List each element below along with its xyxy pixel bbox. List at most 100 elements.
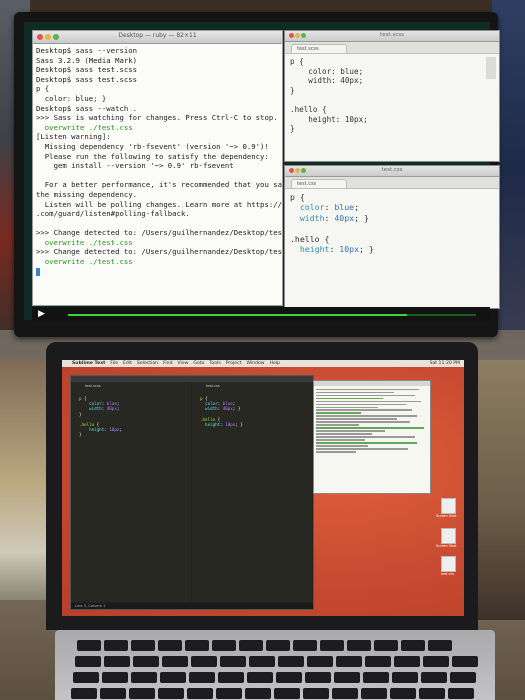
tab-test-scss[interactable]: test.scss [291,44,347,53]
code-line: height: 10px; } [299,244,374,255]
keyboard-key [131,672,157,683]
keyboard-key [158,688,184,699]
code-line: p { [290,192,305,202]
laptop-editor-left[interactable]: test.scss p { color: blue; width: 40px; … [71,382,191,602]
menubar-item[interactable]: Project [226,361,242,366]
code-line: width: 40px; [290,76,364,86]
terminal-line: overwrite ./test.css [36,122,133,132]
keyboard-key [452,656,478,667]
keyboard-key [347,640,371,651]
laptop-terminal-line [316,430,386,432]
laptop-terminal-line [316,394,415,396]
laptop-sublime-window[interactable]: test.scss p { color: blue; width: 40px; … [70,375,314,610]
laptop-terminal-line [316,415,417,417]
code-line: height: 10px; [290,114,368,124]
css-editor-titlebar[interactable]: test.css [285,166,499,177]
menubar-item[interactable]: Find [163,361,172,366]
keyboard-key [162,656,188,667]
keyboard-key [423,656,449,667]
keyboard-key [133,656,159,667]
scss-code-area[interactable]: p { color: blue; width: 40px;} .hello { … [285,54,499,137]
laptop-terminal-line [316,436,415,438]
menubar-item[interactable]: Sublime Text [72,361,105,366]
css-editor-title: test.css [381,167,403,173]
keyboard-key [102,672,128,683]
laptop-tab-css[interactable]: test.css [206,384,220,388]
menubar-item[interactable]: Help [270,361,280,366]
keyboard-key [216,688,242,699]
desktop-file-icon[interactable] [441,556,456,572]
keyboard-key [160,672,186,683]
desktop-file-icon[interactable] [441,528,456,544]
keyboard-key [274,688,300,699]
menubar-item[interactable]: Window [246,361,264,366]
css-editor-window[interactable]: test.css test.css p { color: blue; width… [284,165,500,309]
keyboard-key [266,640,290,651]
keyboard-key [421,672,447,683]
terminal-line: For a better performance, it's recommend… [36,180,283,190]
laptop-css-code: p { color: blue; width: 40px; } .hello {… [200,396,243,428]
terminal-line: p { [36,84,50,94]
keyboard-key [247,672,273,683]
code-line: } [290,85,295,95]
laptop-scss-code: p { color: blue; width: 40px; } .hello {… [79,396,122,438]
laptop-terminal-output [314,386,430,455]
menubar-item[interactable]: Tools [209,361,220,366]
code-line: color: blue; [290,66,364,76]
laptop-terminal-line [316,421,411,423]
keyboard-key [392,672,418,683]
keyboard-key [276,672,302,683]
css-code-area[interactable]: p { color: blue; width: 40px; } .hello {… [285,189,499,257]
desktop-file-label: Screen Shot [436,514,457,518]
terminal-line: overwrite ./test.css [36,257,133,267]
laptop-terminal-line [316,445,368,447]
terminal-window[interactable]: Desktop — ruby — 82×11 Desktop$ sass --v… [32,30,283,306]
terminal-output[interactable]: Desktop$ sass --version Sass 3.2.9 (Media… [33,44,282,278]
keyboard-row [73,672,479,683]
keyboard-key [278,656,304,667]
terminal-line: [Listen warning]: [36,132,111,142]
laptop-terminal-line [316,391,395,393]
keyboard-key [401,640,425,651]
laptop-terminal-line [316,403,406,405]
play-icon[interactable]: ▶ [38,309,48,319]
laptop-terminal-line [316,451,357,453]
tab-test-css[interactable]: test.css [291,179,347,188]
code-line: .hello { [290,233,330,244]
menubar-item[interactable]: Selection [137,361,158,366]
keyboard-key [187,688,213,699]
terminal-line: .com/guard/listen#polling-fallback. [36,209,190,219]
keyboard-key [245,688,271,699]
desk-items-left [0,360,48,600]
minimap[interactable] [486,57,496,79]
laptop-editor-right[interactable]: test.css p { color: blue; width: 40px; }… [192,382,312,602]
scss-editor-window[interactable]: test.scss test.scss p { color: blue; wid… [284,30,500,162]
keyboard-key [419,688,445,699]
menubar-clock: Sat 11:20 PM [429,361,460,366]
menubar-item[interactable]: Goto [193,361,204,366]
terminal-line: Desktop$ sass test.scss [36,74,138,84]
terminal-line: gem install --version '~> 0.9' rb-fseven… [36,161,234,171]
laptop-terminal-line [316,424,359,426]
terminal-titlebar[interactable]: Desktop — ruby — 82×11 [33,31,282,44]
keyboard-key [131,640,155,651]
menubar-item[interactable]: View [178,361,189,366]
keyboard-key [71,688,97,699]
laptop-terminal-window[interactable] [313,380,431,494]
laptop-terminal-line [316,412,361,414]
menubar-item[interactable]: File [110,361,118,366]
desktop-file-label: test.css [441,572,454,576]
terminal-line: Desktop$ sass --version [36,46,138,55]
keyboard-key [320,640,344,651]
desktop-file-icon[interactable] [441,498,456,514]
keyboard-row [71,688,477,699]
terminal-line: Listen will be polling changes. Learn mo… [36,199,283,209]
menubar-items[interactable]: Sublime Text File Edit Selection Find View Got… [67,361,280,366]
scss-editor-titlebar[interactable]: test.scss [285,31,499,42]
menubar-item[interactable]: Edit [123,361,132,366]
laptop-tab-scss[interactable]: test.scss [85,384,101,388]
laptop-terminal-line [316,400,422,402]
